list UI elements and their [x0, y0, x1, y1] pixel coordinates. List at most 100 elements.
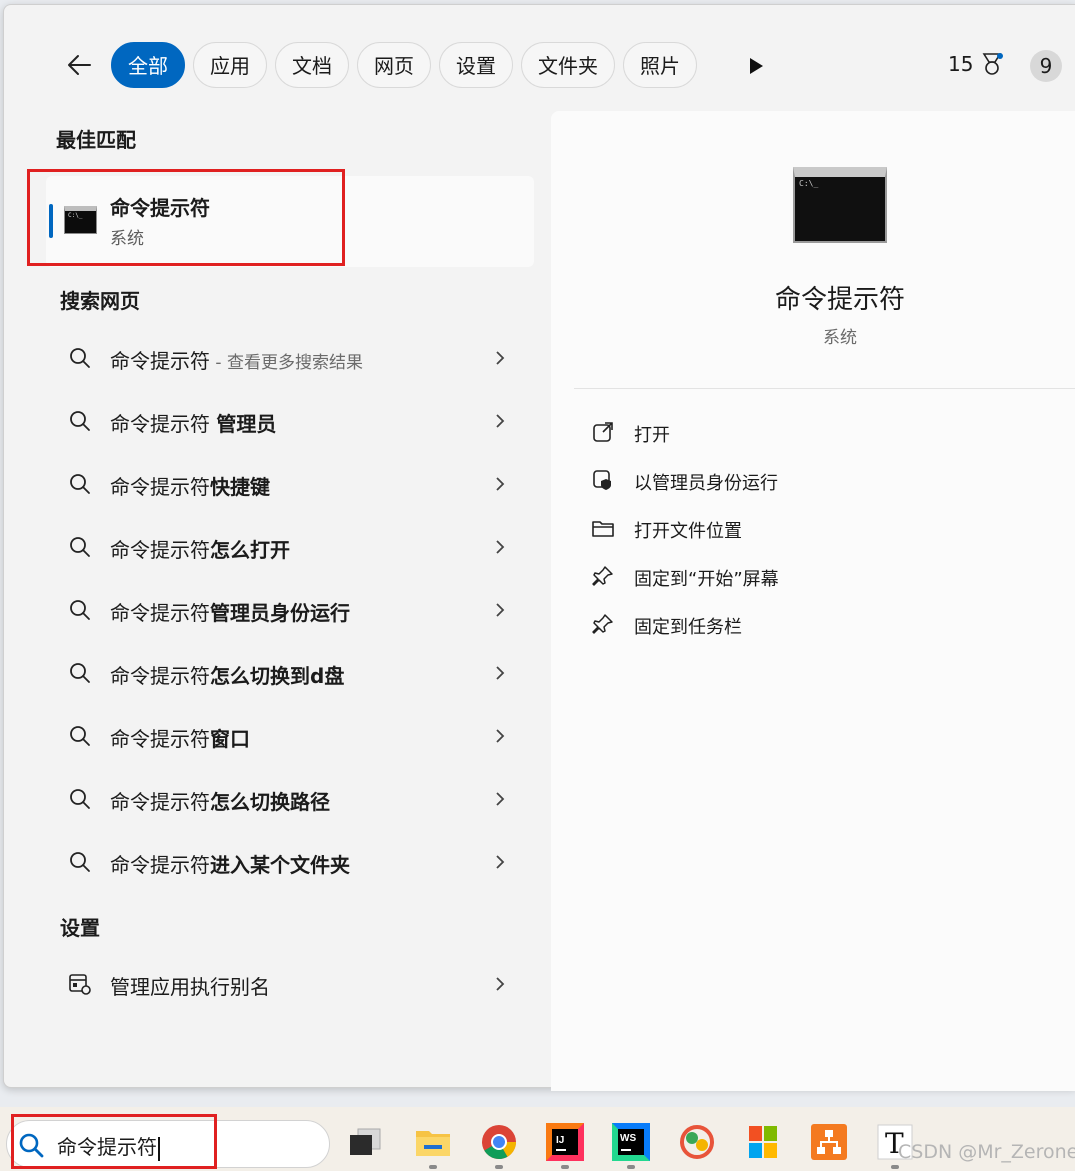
web-search-result[interactable]: 命令提示符快捷键 [46, 459, 534, 509]
more-tabs-icon[interactable] [750, 58, 763, 74]
chrome-icon[interactable] [480, 1123, 518, 1169]
web-search-result[interactable]: 命令提示符怎么打开 [46, 522, 534, 572]
web-search-result[interactable]: 命令提示符怎么切换到d盘 [46, 648, 534, 698]
settings-heading: 设置 [60, 916, 100, 940]
search-icon [70, 852, 90, 872]
web-search-result-label: 命令提示符 - 查看更多搜索结果 [110, 345, 363, 374]
windows-store-icon[interactable] [744, 1123, 782, 1161]
search-panel: 全部 应用 文档 网页 设置 文件夹 照片 15 9 最佳匹配 C:\_ 命令提… [3, 4, 1075, 1091]
query-suggestion: 窗口 [210, 727, 250, 751]
web-search-result-label: 命令提示符怎么打开 [110, 534, 290, 563]
settings-item-label: 管理应用执行别名 [110, 975, 270, 999]
settings-item[interactable]: 管理应用执行别名 [46, 959, 534, 1009]
query-suggestion: 怎么切换到d盘 [210, 664, 345, 688]
highlight-box [27, 169, 345, 266]
running-indicator [561, 1165, 569, 1169]
chevron-right-icon [496, 729, 505, 743]
query-suggestion: 怎么打开 [210, 538, 290, 562]
navicat-icon[interactable] [678, 1123, 716, 1161]
chevron-right-icon [496, 977, 505, 991]
pin-icon [592, 566, 613, 586]
svg-text:IJ: IJ [556, 1135, 564, 1146]
web-search-result[interactable]: 命令提示符怎么切换路径 [46, 774, 534, 824]
chevron-right-icon [496, 414, 505, 428]
tab-folders[interactable]: 文件夹 [521, 42, 615, 88]
query-prefix: 命令提示符 [110, 790, 210, 814]
query-prefix: 命令提示符 [110, 412, 217, 436]
tab-documents[interactable]: 文档 [275, 42, 349, 88]
query-suggestion: 管理员身份运行 [210, 601, 350, 625]
web-search-heading: 搜索网页 [60, 289, 140, 313]
web-search-result[interactable]: 命令提示符窗口 [46, 711, 534, 761]
divider [574, 388, 1075, 389]
web-search-result-label: 命令提示符怎么切换到d盘 [110, 660, 344, 689]
intellij-idea-icon[interactable]: IJ [546, 1123, 584, 1169]
chevron-right-icon [496, 477, 505, 491]
search-icon [70, 411, 90, 431]
back-arrow-icon[interactable] [64, 49, 96, 81]
web-search-result[interactable]: 命令提示符 - 查看更多搜索结果 [46, 333, 534, 383]
action-label: 固定到“开始”屏幕 [634, 569, 779, 590]
shield-icon [593, 470, 611, 490]
chevron-right-icon [496, 855, 505, 869]
query-prefix: 命令提示符 [110, 349, 210, 373]
web-search-result[interactable]: 命令提示符 管理员 [46, 396, 534, 446]
running-indicator [429, 1165, 437, 1169]
action-label: 以管理员身份运行 [634, 473, 778, 494]
chevron-right-icon [496, 603, 505, 617]
cmd-large-icon: C:\_ [793, 167, 887, 243]
running-indicator [495, 1165, 503, 1169]
folder-icon [592, 521, 614, 537]
detail-pane: C:\_ 命令提示符 系统 打开 以管理员身份运行 打开文件位置 固定到“开始”… [551, 111, 1075, 1091]
web-search-result-label: 命令提示符怎么切换路径 [110, 786, 330, 815]
search-icon [70, 663, 90, 683]
chevron-right-icon [496, 792, 505, 806]
detail-subtitle: 系统 [823, 328, 857, 348]
webstorm-icon[interactable]: WS [612, 1123, 650, 1169]
svg-text:WS: WS [620, 1133, 636, 1144]
action-label: 打开 [634, 425, 670, 446]
chevron-right-icon [496, 540, 505, 554]
running-indicator [627, 1165, 635, 1169]
task-view-icon[interactable] [346, 1123, 384, 1161]
tab-apps[interactable]: 应用 [193, 42, 267, 88]
web-search-result-label: 命令提示符窗口 [110, 723, 250, 752]
taskbar-highlight-box [11, 1114, 217, 1169]
query-suggestion: 管理员 [216, 412, 277, 436]
points-value: 15 [948, 52, 974, 76]
search-icon [70, 348, 90, 368]
detail-title: 命令提示符 [774, 285, 905, 315]
query-prefix: 命令提示符 [110, 853, 210, 877]
tab-photos[interactable]: 照片 [623, 42, 697, 88]
file-explorer-icon[interactable] [414, 1123, 452, 1169]
web-search-result-label: 命令提示符管理员身份运行 [110, 597, 350, 626]
search-icon [70, 726, 90, 746]
rewards-points[interactable]: 15 [948, 51, 1005, 77]
query-prefix: 命令提示符 [110, 727, 210, 751]
query-suggestion: 快捷键 [210, 475, 270, 499]
watermark: CSDN @Mr_Zerone [898, 1141, 1075, 1163]
tab-settings[interactable]: 设置 [439, 42, 513, 88]
web-search-result-label: 命令提示符快捷键 [110, 471, 270, 500]
best-match-heading: 最佳匹配 [56, 128, 136, 152]
web-search-result[interactable]: 命令提示符管理员身份运行 [46, 585, 534, 635]
tab-web[interactable]: 网页 [357, 42, 431, 88]
chevron-right-icon [496, 666, 505, 680]
web-search-result-label: 命令提示符进入某个文件夹 [110, 849, 350, 878]
xmind-icon[interactable] [810, 1123, 848, 1161]
query-prefix: 命令提示符 [110, 475, 210, 499]
web-search-result[interactable]: 命令提示符进入某个文件夹 [46, 837, 534, 887]
chevron-right-icon [496, 351, 505, 365]
tab-all[interactable]: 全部 [111, 42, 185, 88]
medal-icon [983, 53, 1004, 75]
search-icon [70, 474, 90, 494]
open-external-icon [593, 422, 613, 442]
query-suggestion: 进入某个文件夹 [210, 853, 350, 877]
search-icon [70, 600, 90, 620]
running-indicator [891, 1165, 899, 1169]
query-hint: - 查看更多搜索结果 [210, 353, 363, 373]
app-alias-icon [69, 974, 91, 995]
avatar[interactable]: 9 [1030, 50, 1062, 82]
action-label: 固定到任务栏 [634, 617, 742, 638]
web-search-result-label: 命令提示符 管理员 [110, 408, 276, 437]
